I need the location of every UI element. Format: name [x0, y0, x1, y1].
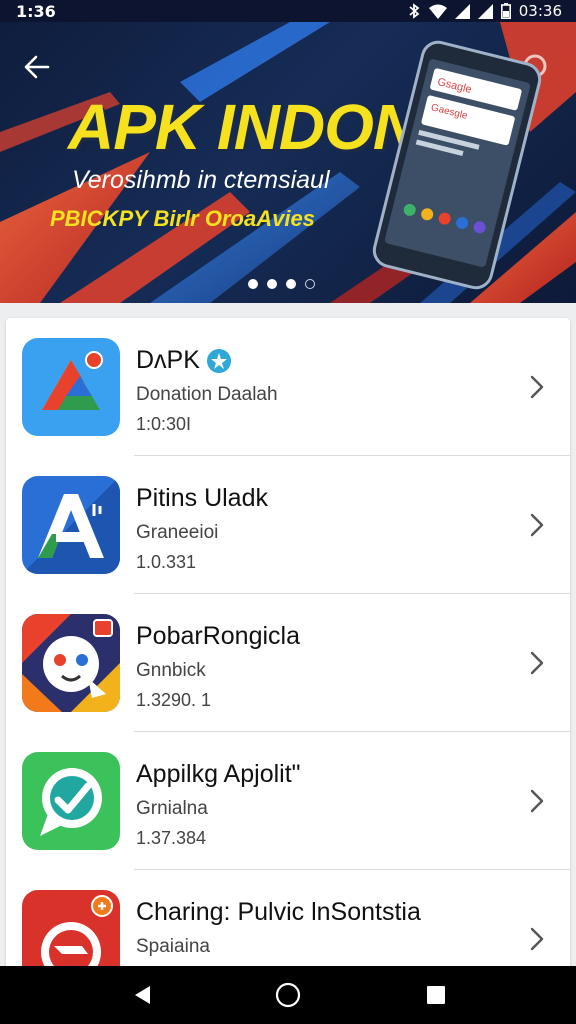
list-item[interactable]: Charing: Pulvic lnSontstia Spaiaina [6, 870, 570, 978]
app-category: Donation Daalah [136, 384, 278, 405]
wifi-icon [428, 4, 447, 19]
flag-red-icon [22, 890, 120, 978]
app-name: Charing: Pulvic lnSontstia [136, 898, 421, 926]
phone-illustration: Gsagle Gaesgle [372, 40, 542, 290]
recents-square-icon[interactable] [423, 982, 449, 1008]
app-list: DʌPK Donation Daalah 1:0:30I Pitins Ulad… [6, 318, 570, 978]
back-triangle-icon[interactable] [130, 982, 156, 1008]
promo-banner[interactable]: APK INDONE Verosihmb in ctemsiaul PBICKP… [0, 22, 576, 303]
home-circle-icon[interactable] [275, 982, 301, 1008]
app-version: 1:0:30I [136, 414, 192, 434]
signal-icon [477, 3, 493, 19]
chevron-right-icon [530, 651, 544, 675]
page-dot-active[interactable] [286, 279, 296, 289]
chevron-right-icon [530, 789, 544, 813]
app-detail-screen: 1:36 03:36 APK INDONE Verosihmb in ctems… [0, 0, 576, 1024]
app-version: 1.0.331 [136, 552, 197, 572]
status-icons: 03:36 [407, 2, 562, 20]
list-item[interactable]: PobarRongicla Gnnbick 1.3290. 1 [6, 594, 570, 732]
banner-page-indicator [248, 279, 315, 289]
bluetooth-icon [407, 3, 421, 19]
banner-subtitle: Verosihmb in ctemsiaul [72, 166, 330, 194]
page-dot[interactable] [267, 279, 277, 289]
chevron-right-icon [530, 375, 544, 399]
page-dot[interactable] [305, 279, 315, 289]
signal-icon [454, 3, 470, 19]
app-name: PobarRongicla [136, 622, 300, 650]
status-clock: 03:36 [518, 2, 562, 20]
page-dot[interactable] [248, 279, 258, 289]
back-arrow-icon[interactable] [20, 50, 54, 84]
battery-icon [500, 3, 511, 19]
navigation-bar [0, 966, 576, 1024]
list-item[interactable]: Appilkg Apjolit" Grnialna 1.37.384 [6, 732, 570, 870]
app-name-row: DʌPK [136, 346, 232, 375]
app-category: Gnnbick [136, 660, 206, 681]
app-category: Graneeioi [136, 522, 219, 543]
letter-a-icon [22, 476, 120, 574]
chevron-right-icon [530, 513, 544, 537]
app-category: Grnialna [136, 798, 208, 819]
chat-bubble-icon [22, 752, 120, 850]
game-character-icon [22, 614, 120, 712]
banner-tagline: PBICKPY Birlr OroaAvies [50, 206, 315, 231]
app-name: DʌPK [136, 346, 200, 374]
app-version: 1.37.384 [136, 828, 207, 848]
status-time: 1:36 [16, 2, 56, 21]
drive-triangle-icon [22, 338, 120, 436]
status-bar: 1:36 03:36 [0, 0, 576, 22]
list-item[interactable]: DʌPK Donation Daalah 1:0:30I [6, 318, 570, 456]
app-name: Pitins Uladk [136, 484, 268, 512]
chevron-right-icon [530, 927, 544, 951]
verified-star-icon [206, 348, 231, 373]
app-name: Appilkg Apjolit" [136, 760, 301, 788]
app-category: Spaiaina [136, 936, 210, 957]
list-item[interactable]: Pitins Uladk Graneeioi 1.0.331 [6, 456, 570, 594]
app-version: 1.3290. 1 [136, 690, 212, 710]
